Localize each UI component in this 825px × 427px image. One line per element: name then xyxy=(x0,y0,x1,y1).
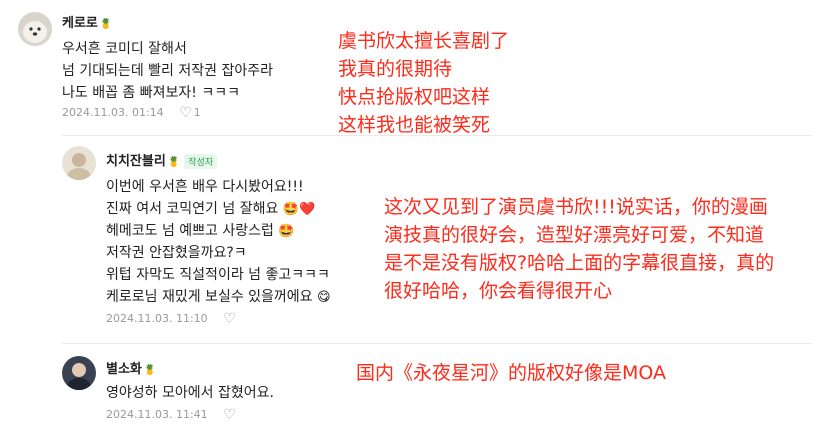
author-name: 케로로 xyxy=(62,16,98,31)
comment-date: 2024.11.03. 11:41 xyxy=(106,408,208,421)
dog-avatar-icon xyxy=(18,12,52,46)
person-avatar-icon xyxy=(62,356,96,390)
translation-line: 快点抢版权吧这样 xyxy=(338,86,491,108)
comment-line: 이번에 우서흔 배우 다시봤어요!!! xyxy=(106,179,304,195)
pineapple-icon: 🍍 xyxy=(167,157,181,168)
translation-line: 这样我也能被笑死 xyxy=(338,114,491,136)
translation-line: 国内《永夜星河》的版权好像是MOA xyxy=(356,362,667,384)
yum-face-icon: 😋 xyxy=(317,289,331,305)
comment-text: 케로로님 재밌게 보실수 있을꺼에요 xyxy=(106,289,313,305)
comment-author[interactable]: 별소화 🍍 xyxy=(106,358,156,377)
comment-meta: 2024.11.03. 11:41 ♡ xyxy=(106,407,236,423)
divider xyxy=(62,135,812,136)
avatar[interactable] xyxy=(18,12,52,46)
comment-line: 영야성하 모아에서 잡혔어요. xyxy=(106,385,274,401)
author-name: 치치잔블리 xyxy=(106,154,166,169)
translation-line: 这次又见到了演员虞书欣!!!说实话，你的漫画 xyxy=(384,196,768,218)
translation-line: 我真的很期待 xyxy=(338,58,453,80)
translation-line: 演技真的很好会，造型好漂亮好可爱，不知道 xyxy=(384,224,765,246)
comment-date: 2024.11.03. 01:14 xyxy=(62,106,164,119)
comment-line: 나도 배꼽 좀 빠져보자! ㅋㅋㅋ xyxy=(62,85,240,101)
author-name: 별소화 xyxy=(106,362,142,377)
avatar[interactable] xyxy=(62,146,96,180)
comment-text: 진짜 여서 코믹연기 넘 잘해요 xyxy=(106,201,279,217)
pineapple-icon: 🍍 xyxy=(143,365,157,376)
comment-author[interactable]: 치치잔블리 🍍 작성자 xyxy=(106,150,218,169)
comment-meta: 2024.11.03. 01:14 ♡ 1 xyxy=(62,105,201,121)
heart-outline-icon[interactable]: ♡ xyxy=(179,105,192,121)
comment-line: 넘 기대되는데 빨리 저작권 잡아주라 xyxy=(62,63,273,79)
translation-line: 很好哈哈，你会看得很开心 xyxy=(384,280,613,302)
divider xyxy=(62,343,812,344)
comment-meta: 2024.11.03. 11:10 ♡ xyxy=(106,311,236,327)
comment-text: 헤메코도 넘 예쁘고 사랑스럽 xyxy=(106,223,274,239)
comment-line: 우서흔 코미디 잘해서 xyxy=(62,41,187,57)
comment-line: 헤메코도 넘 예쁘고 사랑스럽 🤩 xyxy=(106,220,295,240)
like-count: 1 xyxy=(193,106,201,119)
translation-line: 虞书欣太擅长喜剧了 xyxy=(338,30,510,52)
author-badge: 작성자 xyxy=(184,154,218,169)
comment-line: 진짜 여서 코믹연기 넘 잘해요 🤩❤️ xyxy=(106,198,315,218)
comment-line: 케로로님 재밌게 보실수 있을꺼에요 😋 xyxy=(106,286,331,306)
star-eyes-icon: 🤩 xyxy=(282,201,300,217)
comment-line: 저작권 안잡혔을까요?ㅋ xyxy=(106,245,247,261)
comment-date: 2024.11.03. 11:10 xyxy=(106,312,208,325)
heart-outline-icon[interactable]: ♡ xyxy=(223,311,236,327)
translation-line: 是不是没有版权?哈哈上面的字幕很直接，真的 xyxy=(384,252,775,274)
comment-line: 위텁 자막도 직설적이라 넘 좋고ㅋㅋㅋ xyxy=(106,267,330,283)
person-avatar-icon xyxy=(62,146,96,180)
red-heart-icon: ❤️ xyxy=(299,201,316,217)
heart-outline-icon[interactable]: ♡ xyxy=(223,407,236,423)
avatar[interactable] xyxy=(62,356,96,390)
star-eyes-icon: 🤩 xyxy=(278,223,295,239)
comment-author[interactable]: 케로로 🍍 xyxy=(62,12,112,31)
pineapple-icon: 🍍 xyxy=(99,19,113,30)
